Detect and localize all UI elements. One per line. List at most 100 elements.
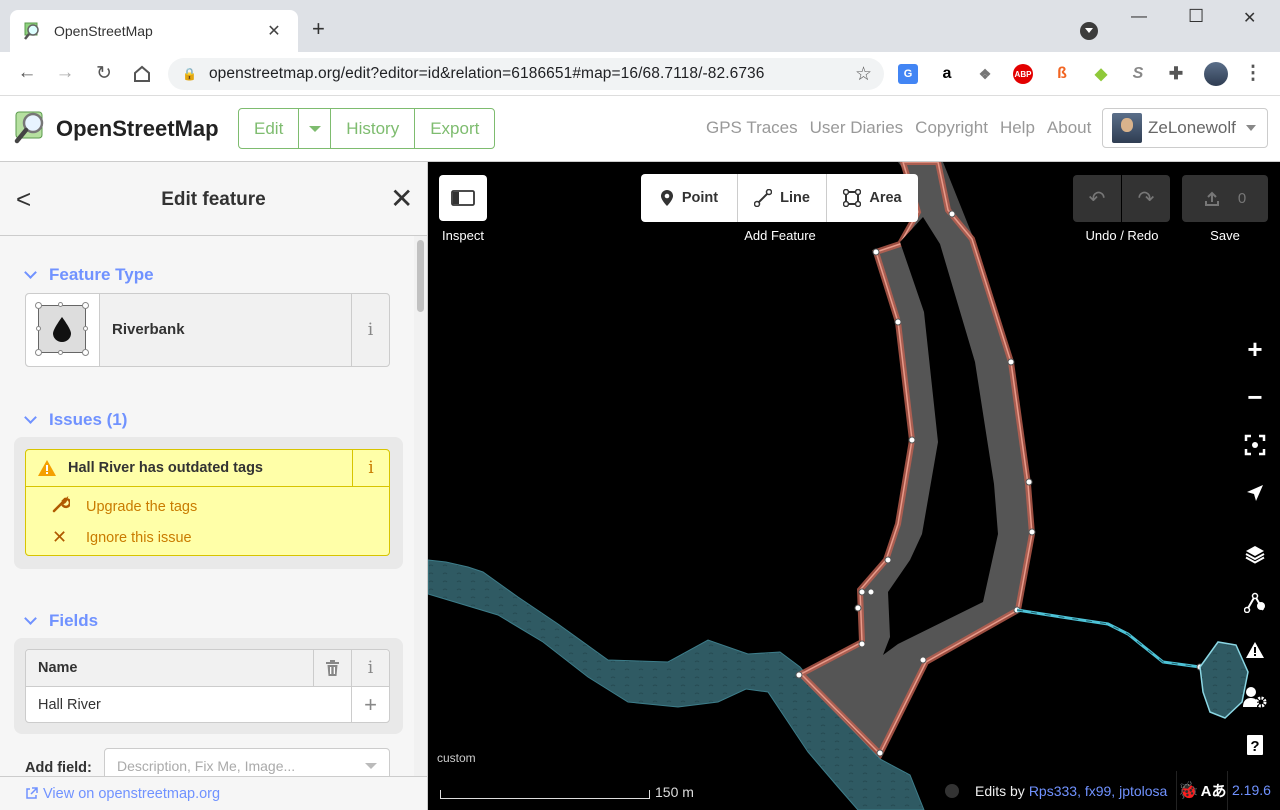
minimize-button[interactable]: — <box>1131 8 1147 26</box>
fields-section-toggle[interactable]: Fields <box>24 611 99 631</box>
area-icon <box>843 189 862 207</box>
stream-line[interactable] <box>1016 608 1201 669</box>
add-line-button[interactable]: Line <box>738 174 827 222</box>
fix-ignore-label: Ignore this issue <box>86 529 192 546</box>
zoom-to-selection-button[interactable] <box>1240 430 1270 460</box>
zoom-out-button[interactable]: − <box>1240 382 1270 412</box>
back-icon[interactable]: ← <box>15 62 39 84</box>
browser-tab[interactable]: OpenStreetMap ✕ <box>10 10 298 52</box>
undo-button[interactable]: ↶ <box>1073 175 1121 222</box>
fix-upgrade-tags[interactable]: Upgrade the tags <box>26 491 389 522</box>
map-canvas[interactable]: Inspect Point Line Area Add Feature ↶ ↷ … <box>428 162 1280 810</box>
maximize-button[interactable]: ☐ <box>1188 6 1204 27</box>
fix-ignore-issue[interactable]: ✕ Ignore this issue <box>26 522 389 553</box>
edit-button[interactable]: Edit <box>239 109 300 148</box>
add-feature-label: Add Feature <box>744 228 816 243</box>
amazon-extension-icon[interactable]: a <box>937 64 957 84</box>
edit-dropdown-chevron-icon[interactable] <box>299 109 332 148</box>
name-input-row: Hall River + <box>26 687 389 723</box>
add-point-button[interactable]: Point <box>641 174 738 222</box>
preset-type-button[interactable]: Riverbank i <box>25 293 390 367</box>
dropbox-extension-icon[interactable]: ❖ <box>975 64 995 84</box>
scrollbar-thumb[interactable] <box>417 240 424 312</box>
sidebar-header: < Edit feature ✕ <box>0 162 427 236</box>
chevron-down-icon <box>365 763 377 769</box>
field-info-icon[interactable]: i <box>351 649 389 687</box>
zoom-to-selection-icon <box>1244 434 1266 456</box>
save-button[interactable]: 0 <box>1182 175 1268 222</box>
brand-name[interactable]: OpenStreetMap <box>56 116 219 142</box>
preset-info-icon[interactable]: i <box>351 294 389 366</box>
undo-icon: ↶ <box>1088 188 1106 210</box>
browser-toolbar: ← → ↻ 🔒 openstreetmap.org/edit?editor=id… <box>0 52 1280 96</box>
window-close-button[interactable]: ✕ <box>1243 8 1256 28</box>
user-gear-icon <box>1243 687 1267 708</box>
scale-bar[interactable] <box>440 790 650 799</box>
issues-section-toggle[interactable]: Issues (1) <box>24 410 127 430</box>
redo-button[interactable]: ↷ <box>1122 175 1170 222</box>
view-on-osm-link[interactable]: View on openstreetmap.org <box>0 776 427 810</box>
add-localized-name-icon[interactable]: + <box>351 687 389 723</box>
version-link[interactable]: 2.19.6 <box>1232 782 1271 798</box>
export-button[interactable]: Export <box>415 109 494 148</box>
translate-extension-icon[interactable]: G <box>898 64 918 84</box>
issue-header[interactable]: Hall River has outdated tags i <box>26 449 389 487</box>
warning-icon <box>26 459 68 477</box>
edits-by-users-link[interactable]: Rps333, fx99, jptolosa <box>1029 783 1168 799</box>
tab-close-icon[interactable]: ✕ <box>264 21 284 41</box>
forward-icon[interactable]: → <box>53 62 77 84</box>
help-icon: ? <box>1247 735 1263 755</box>
area-icon <box>35 302 89 356</box>
name-field-label-row: Name i <box>26 649 389 687</box>
warning-icon <box>1246 642 1264 658</box>
extensions-puzzle-icon[interactable]: ✚ <box>1166 64 1186 84</box>
issue-info-icon[interactable]: i <box>352 449 389 487</box>
language-icon: Aあ <box>1200 783 1227 800</box>
issues-pane-button[interactable] <box>1240 635 1270 665</box>
edits-by-prefix: Edits by <box>975 782 1025 799</box>
browser-profile-avatar[interactable] <box>1204 62 1228 86</box>
edits-attribution: Edits by Rps333, fx99, jptolosa <box>941 771 1181 810</box>
secondary-nav: GPS Traces User Diaries Copyright Help A… <box>706 118 1091 138</box>
new-tab-button[interactable]: + <box>312 16 325 42</box>
add-area-button[interactable]: Area <box>827 174 918 222</box>
nav-copyright[interactable]: Copyright <box>915 118 988 138</box>
help-button[interactable]: ? <box>1240 730 1270 760</box>
fields-heading: Fields <box>49 611 99 630</box>
osm-logo-icon[interactable] <box>14 110 48 144</box>
history-button[interactable]: History <box>331 109 416 148</box>
adblock-extension-icon[interactable]: ABP <box>1013 64 1033 84</box>
profile-menu-icon[interactable] <box>1080 22 1098 40</box>
bookmark-star-icon[interactable]: ☆ <box>855 63 872 86</box>
redo-icon: ↷ <box>1137 188 1155 210</box>
trash-icon[interactable] <box>313 649 351 687</box>
home-icon[interactable] <box>132 64 152 84</box>
nav-user-diaries[interactable]: User Diaries <box>810 118 904 138</box>
nav-about[interactable]: About <box>1047 118 1091 138</box>
background-layers-button[interactable] <box>1240 539 1270 569</box>
issues-info-button[interactable]: 🐞 Aあ <box>1176 771 1228 810</box>
avatar <box>1112 113 1142 143</box>
user-menu-button[interactable]: ZeLonewolf <box>1102 108 1268 148</box>
map-data-button[interactable] <box>1240 587 1270 617</box>
preferences-button[interactable] <box>1240 682 1270 712</box>
extension-green-icon[interactable]: ◆ <box>1091 64 1111 84</box>
chevron-down-icon <box>24 612 37 625</box>
extension-orange-icon[interactable]: ß <box>1052 64 1072 84</box>
sidebar-scrollbar[interactable] <box>414 236 427 776</box>
zoom-in-button[interactable]: + <box>1240 334 1270 364</box>
address-bar[interactable]: 🔒 openstreetmap.org/edit?editor=id&relat… <box>168 58 884 90</box>
inspect-button[interactable] <box>439 175 487 221</box>
x-icon: ✕ <box>52 527 68 547</box>
browser-menu-icon[interactable]: ⋮ <box>1241 62 1265 85</box>
close-inspector-button[interactable]: ✕ <box>390 182 413 215</box>
reload-icon[interactable]: ↻ <box>92 62 116 85</box>
feature-type-section-toggle[interactable]: Feature Type <box>24 265 154 285</box>
geolocate-button[interactable] <box>1240 478 1270 508</box>
extension-s-icon[interactable]: S <box>1128 64 1148 84</box>
nav-help[interactable]: Help <box>1000 118 1035 138</box>
nav-gps-traces[interactable]: GPS Traces <box>706 118 798 138</box>
name-field: Name i Hall River + <box>25 649 390 723</box>
name-input[interactable]: Hall River <box>26 697 351 713</box>
location-arrow-icon <box>1247 485 1263 501</box>
